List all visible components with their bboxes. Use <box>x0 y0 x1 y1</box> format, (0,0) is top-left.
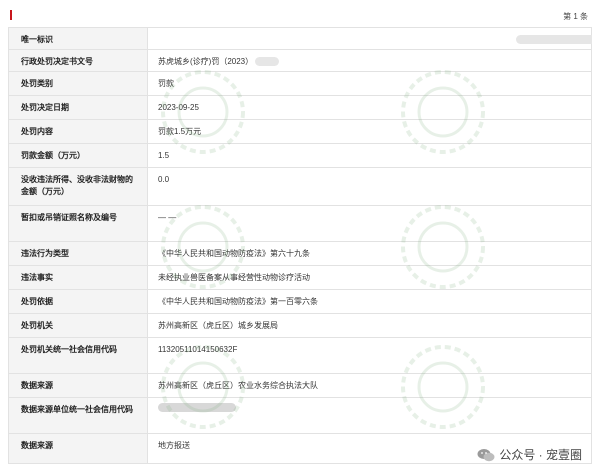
table-row: 没收违法所得、没收非法财物的金额（万元） 0.0 <box>8 167 592 206</box>
wechat-icon <box>477 448 495 461</box>
page-number: 第 1 条 <box>563 12 588 21</box>
red-marker <box>10 10 12 20</box>
field-label: 违法行为类型 <box>8 241 148 266</box>
table-row: 处罚机关统一社会信用代码 11320511014150632F <box>8 337 592 374</box>
field-label: 处罚机关统一社会信用代码 <box>8 337 148 374</box>
field-label: 处罚内容 <box>8 119 148 144</box>
field-label: 处罚决定日期 <box>8 95 148 120</box>
field-value-unique-id <box>147 27 592 50</box>
field-label: 罚款金额（万元） <box>8 143 148 168</box>
account-name: 公众号 · 宠壹圈 <box>499 448 582 462</box>
table-row: 唯一标识 <box>8 27 592 50</box>
table-row: 处罚依据 《中华人民共和国动物防疫法》第一百零六条 <box>8 289 592 314</box>
field-value: 《中华人民共和国动物防疫法》第一百零六条 <box>147 289 592 314</box>
field-value: 《中华人民共和国动物防疫法》第六十九条 <box>147 241 592 266</box>
table-row: 处罚内容 罚款1.5万元 <box>8 119 592 144</box>
table-row: 数据来源 苏州高新区（虎丘区）农业水务综合执法大队 <box>8 373 592 398</box>
table-row: 处罚决定日期 2023-09-25 <box>8 95 592 120</box>
record-table: 唯一标识 行政处罚决定书文号 苏虎城乡(诊疗)罚（2023） 处罚类别 罚款 处… <box>8 27 592 464</box>
table-row: 处罚类别 罚款 <box>8 71 592 96</box>
top-bar: 第 1 条 <box>0 0 600 24</box>
field-label: 处罚类别 <box>8 71 148 96</box>
field-value: 1.5 <box>147 143 592 168</box>
table-row: 行政处罚决定书文号 苏虎城乡(诊疗)罚（2023） <box>8 49 592 72</box>
field-value: — — <box>147 205 592 242</box>
field-value: 2023-09-25 <box>147 95 592 120</box>
field-label: 数据来源 <box>8 433 148 464</box>
field-value: 苏虎城乡(诊疗)罚（2023） <box>147 49 592 72</box>
field-value: 苏州高新区（虎丘区）城乡发展局 <box>147 313 592 338</box>
table-row: 违法行为类型 《中华人民共和国动物防疫法》第六十九条 <box>8 241 592 266</box>
decision-number: 苏虎城乡(诊疗)罚（2023） <box>158 57 254 66</box>
field-label: 唯一标识 <box>8 27 148 50</box>
table-row: 违法事实 未经执业兽医备案从事经营性动物诊疗活动 <box>8 265 592 290</box>
field-value: 0.0 <box>147 167 592 206</box>
field-label: 违法事实 <box>8 265 148 290</box>
table-row: 暂扣或吊销证照名称及编号 — — <box>8 205 592 242</box>
redacted-value <box>255 57 280 67</box>
field-value: 苏州高新区（虎丘区）农业水务综合执法大队 <box>147 373 592 398</box>
table-row: 罚款金额（万元） 1.5 <box>8 143 592 168</box>
field-value: 罚款 <box>147 71 592 96</box>
redacted-value <box>158 403 236 413</box>
field-label: 处罚机关 <box>8 313 148 338</box>
field-label: 数据来源 <box>8 373 148 398</box>
field-value: 11320511014150632F <box>147 337 592 374</box>
table-row: 处罚机关 苏州高新区（虎丘区）城乡发展局 <box>8 313 592 338</box>
record-table-container: 唯一标识 行政处罚决定书文号 苏虎城乡(诊疗)罚（2023） 处罚类别 罚款 处… <box>8 27 592 472</box>
field-value: 罚款1.5万元 <box>147 119 592 144</box>
field-label: 处罚依据 <box>8 289 148 314</box>
field-value: 未经执业兽医备案从事经营性动物诊疗活动 <box>147 265 592 290</box>
table-row: 数据来源单位统一社会信用代码 <box>8 397 592 434</box>
field-value-source-credit-code <box>147 397 592 434</box>
wechat-account-watermark: 公众号 · 宠壹圈 <box>477 446 582 463</box>
field-label: 行政处罚决定书文号 <box>8 49 148 72</box>
field-label: 暂扣或吊销证照名称及编号 <box>8 205 148 242</box>
field-label: 没收违法所得、没收非法财物的金额（万元） <box>8 167 148 206</box>
redacted-value <box>516 35 592 45</box>
field-label: 数据来源单位统一社会信用代码 <box>8 397 148 434</box>
